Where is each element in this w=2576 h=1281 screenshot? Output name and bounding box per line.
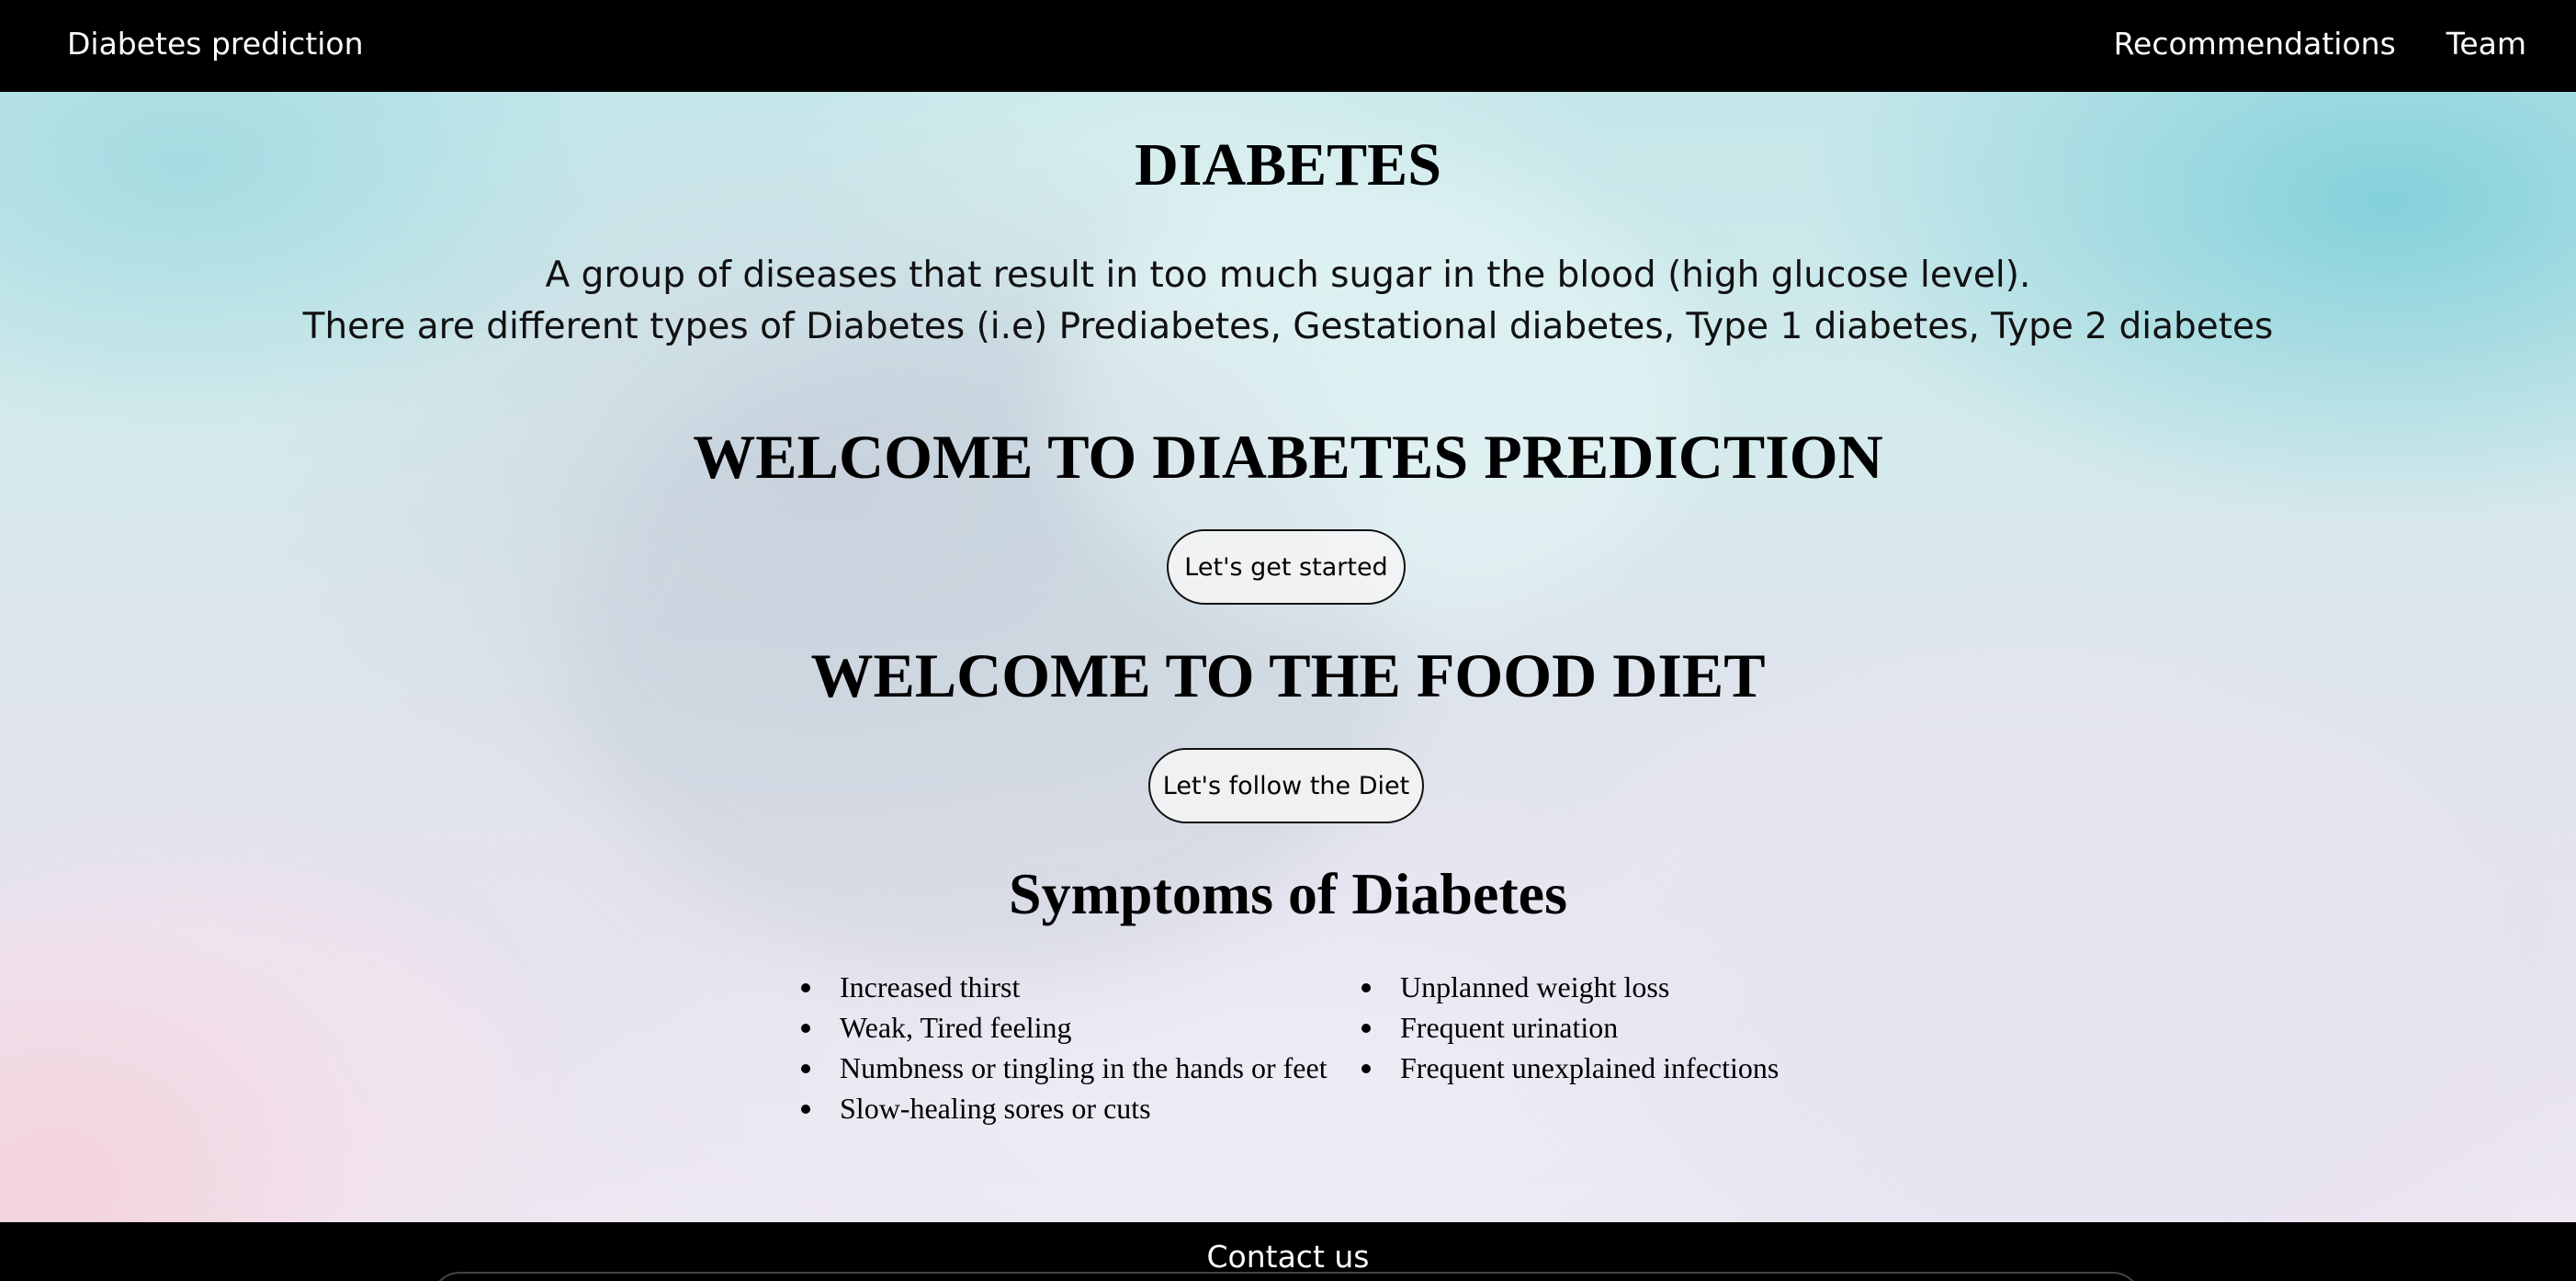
list-item: Numbness or tingling in the hands or fee… — [801, 1048, 1328, 1088]
intro-line: A group of diseases that result in too m… — [545, 255, 2031, 296]
nav-links: Recommendations Team — [2114, 26, 2526, 62]
follow-diet-button[interactable]: Let's follow the Diet — [1148, 748, 1424, 823]
nav-team-link[interactable]: Team — [2446, 26, 2526, 62]
diet-heading: WELCOME TO THE FOOD DIET — [810, 640, 1766, 710]
page-title: DIABETES — [1135, 131, 1441, 198]
intro-text: A group of diseases that result in too m… — [0, 250, 2576, 353]
hero-section: DIABETES A group of diseases that result… — [0, 92, 2576, 1222]
list-item: Weak, Tired feeling — [801, 1007, 1328, 1048]
top-navbar: Diabetes prediction Recommendations Team — [0, 0, 2576, 92]
symptoms-list-right: Unplanned weight loss Frequent urination… — [1361, 967, 1779, 1088]
list-item: Unplanned weight loss — [1361, 967, 1779, 1007]
symptoms-list-left: Increased thirst Weak, Tired feeling Num… — [801, 967, 1328, 1128]
footer: Contact us — [0, 1222, 2576, 1281]
prediction-heading: WELCOME TO DIABETES PREDICTION — [693, 422, 1883, 492]
nav-recommendations-link[interactable]: Recommendations — [2114, 26, 2396, 62]
background-cloud — [1562, 643, 2480, 1222]
list-item: Increased thirst — [801, 967, 1328, 1007]
page: Diabetes prediction Recommendations Team… — [0, 0, 2576, 1281]
get-started-button[interactable]: Let's get started — [1167, 529, 1406, 605]
footer-divider — [432, 1272, 2141, 1281]
contact-us-link[interactable]: Contact us — [0, 1239, 2576, 1275]
intro-line: There are different types of Diabetes (i… — [302, 306, 2274, 347]
list-item: Frequent urination — [1361, 1007, 1779, 1048]
symptoms-heading: Symptoms of Diabetes — [1009, 861, 1567, 926]
list-item: Frequent unexplained infections — [1361, 1048, 1779, 1088]
brand-link[interactable]: Diabetes prediction — [67, 26, 364, 62]
list-item: Slow-healing sores or cuts — [801, 1088, 1328, 1128]
